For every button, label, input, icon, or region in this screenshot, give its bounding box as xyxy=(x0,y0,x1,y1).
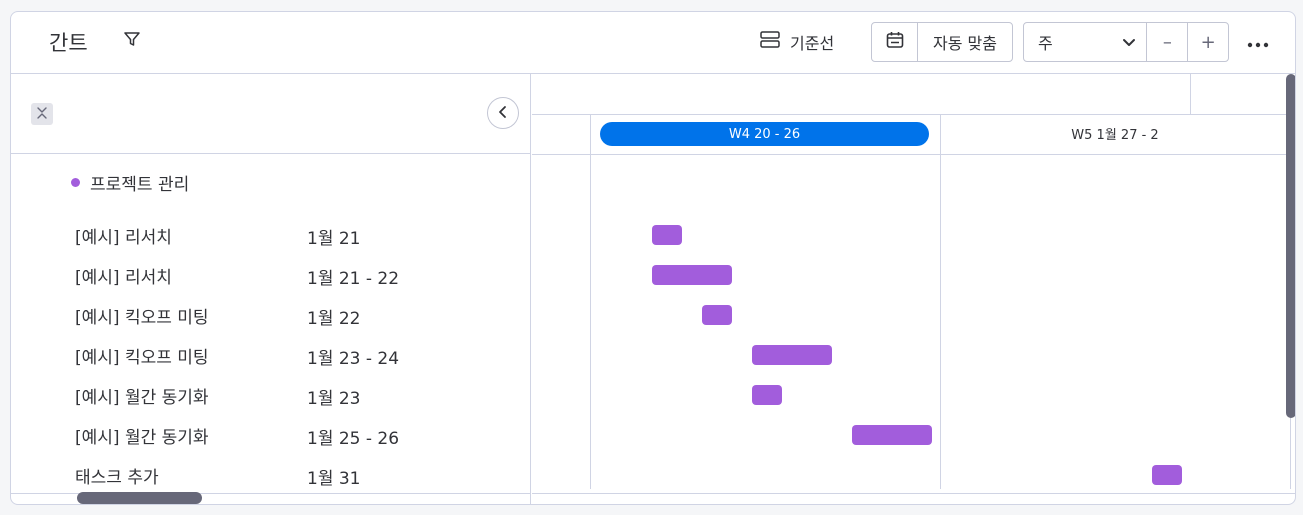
chevron-down-icon xyxy=(1122,33,1136,52)
baseline-icon xyxy=(759,30,781,54)
task-name: [예시] 월간 동기화 xyxy=(75,388,209,408)
today-button[interactable] xyxy=(872,23,918,61)
task-bar[interactable] xyxy=(652,265,732,285)
more-options-button[interactable] xyxy=(1243,29,1273,55)
task-name: [예시] 월간 동기화 xyxy=(75,428,209,448)
task-date: 1월 31 xyxy=(307,469,361,489)
group-label: 프로젝트 관리 xyxy=(90,175,190,195)
task-list-header xyxy=(11,74,530,154)
task-date: 1월 25 - 26 xyxy=(307,429,400,449)
vertical-scrollbar[interactable] xyxy=(1286,74,1295,418)
task-name: [예시] 리서치 xyxy=(75,228,172,248)
task-row[interactable]: [예시] 킥오프 미팅 1월 23 - 24 xyxy=(75,343,515,369)
toolbar: 간트 기준선 자동 맞춤 주 – + xyxy=(11,12,1295,74)
task-date: 1월 23 xyxy=(307,389,361,409)
chevron-left-icon xyxy=(497,104,509,123)
zoom-group: 주 – + xyxy=(1023,22,1229,62)
week-divider xyxy=(590,115,591,489)
collapse-panel-button[interactable] xyxy=(487,97,519,129)
task-list-pane: 프로젝트 관리 [예시] 리서치 1월 21 [예시] 리서치 1월 21 - … xyxy=(11,74,531,504)
task-bar[interactable] xyxy=(752,385,782,405)
week-divider xyxy=(940,115,941,489)
task-date: 1월 21 - 22 xyxy=(307,269,400,289)
task-bar[interactable] xyxy=(752,345,832,365)
task-row[interactable]: [예시] 월간 동기화 1월 25 - 26 xyxy=(75,423,515,449)
filter-icon xyxy=(123,30,141,52)
group-color-dot xyxy=(71,178,80,187)
task-row[interactable]: 태스크 추가 1월 31 xyxy=(75,463,515,489)
task-bar[interactable] xyxy=(652,225,682,245)
task-date: 1월 23 - 24 xyxy=(307,349,400,369)
zoom-out-button[interactable]: – xyxy=(1147,23,1189,61)
horizontal-scrollbar[interactable] xyxy=(77,492,202,504)
auto-fit-button[interactable]: 자동 맞춤 xyxy=(918,30,1012,54)
task-row[interactable]: [예시] 월간 동기화 1월 23 xyxy=(75,383,515,409)
task-name: [예시] 리서치 xyxy=(75,268,172,288)
collapse-icon xyxy=(35,105,49,124)
task-bar[interactable] xyxy=(1152,465,1182,485)
baseline-button[interactable]: 기준선 xyxy=(759,27,834,57)
task-name: [예시] 킥오프 미팅 xyxy=(75,348,209,368)
task-name: [예시] 킥오프 미팅 xyxy=(75,308,209,328)
current-week-label[interactable]: W4 20 - 26 xyxy=(600,122,929,146)
page-title: 간트 xyxy=(49,31,88,55)
task-date: 1월 22 xyxy=(307,309,361,329)
timeline-pane: W4 20 - 26 W5 1월 27 - 2 xyxy=(532,74,1295,504)
zoom-level-value: 주 xyxy=(1038,34,1053,53)
more-icon xyxy=(1247,33,1269,52)
zoom-level-select[interactable]: 주 xyxy=(1024,23,1148,61)
group-header[interactable]: 프로젝트 관리 xyxy=(71,170,189,195)
calendar-icon xyxy=(885,30,905,54)
baseline-label: 기준선 xyxy=(790,34,835,53)
gantt-panel: 간트 기준선 자동 맞춤 주 – + 프로젝트 관리 [예시] 리서치 1월 2… xyxy=(10,11,1296,505)
collapse-all-button[interactable] xyxy=(31,103,53,125)
zoom-in-button[interactable]: + xyxy=(1188,23,1228,61)
task-bar[interactable] xyxy=(852,425,932,445)
auto-fit-group: 자동 맞춤 xyxy=(871,22,1013,62)
task-date: 1월 21 xyxy=(307,229,361,249)
task-bar[interactable] xyxy=(702,305,732,325)
task-row[interactable]: [예시] 리서치 1월 21 - 22 xyxy=(75,263,515,289)
task-row[interactable]: [예시] 리서치 1월 21 xyxy=(75,223,515,249)
week-label: W5 1월 27 - 2 xyxy=(1071,128,1159,143)
divider xyxy=(532,493,1295,494)
timeline-month-header xyxy=(532,74,1295,115)
filter-button[interactable] xyxy=(119,28,145,54)
divider xyxy=(1190,74,1191,114)
task-name: 태스크 추가 xyxy=(75,468,159,488)
task-row[interactable]: [예시] 킥오프 미팅 1월 22 xyxy=(75,303,515,329)
